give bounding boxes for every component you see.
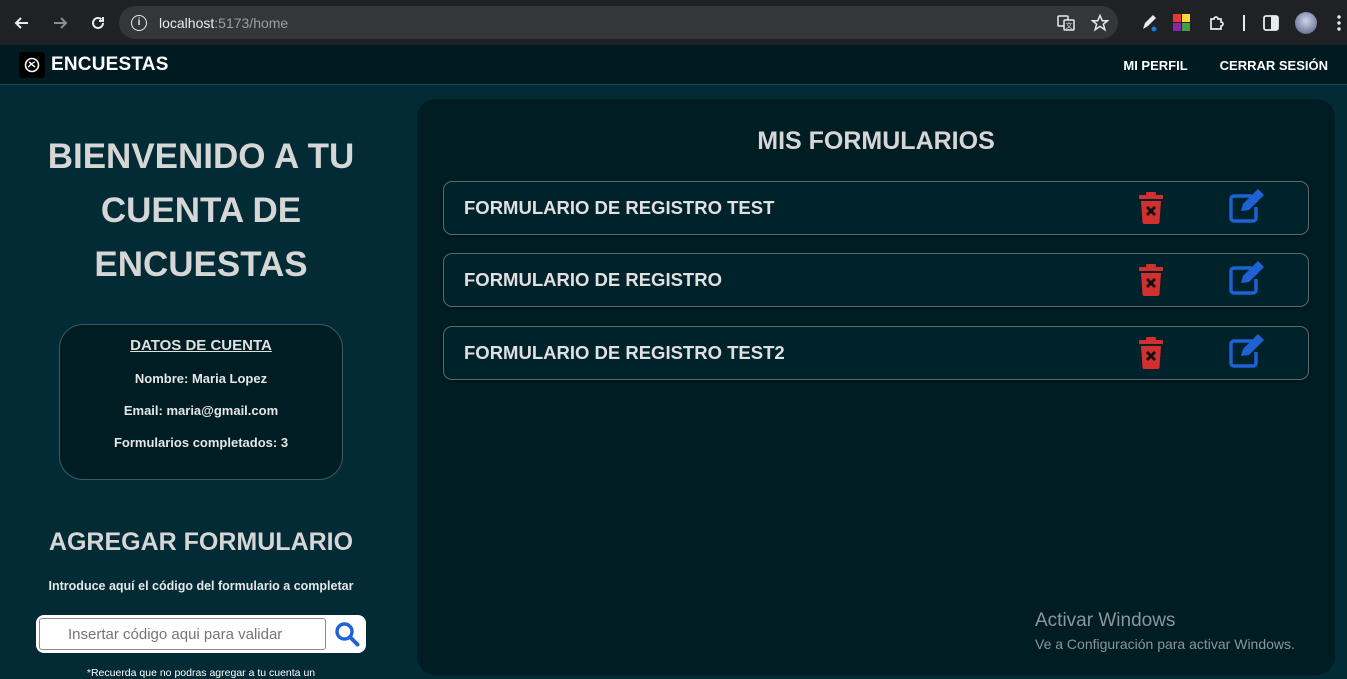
code-input[interactable] — [39, 618, 326, 650]
code-search-box — [36, 615, 366, 653]
search-icon[interactable] — [330, 617, 364, 651]
edit-icon[interactable] — [1228, 261, 1266, 295]
account-name: Nombre: Maria Lopez — [134, 371, 268, 386]
app-navbar: ENCUESTAS MI PERFIL CERRAR SESIÓN — [0, 45, 1347, 85]
logo-icon[interactable] — [19, 51, 45, 78]
palette-extension-icon[interactable] — [1170, 0, 1192, 45]
welcome-heading: BIENVENIDO A TU CUENTA DE ENCUESTAS — [20, 130, 382, 292]
add-form-title: AGREGAR FORMULARIO — [48, 528, 354, 556]
account-card: DATOS DE CUENTA Nombre: Maria Lopez Emai… — [59, 324, 343, 480]
address-bar[interactable]: i localhost:5173/home 文 — [119, 6, 1118, 39]
form-row[interactable]: FORMULARIO DE REGISTRO — [443, 253, 1309, 307]
edit-icon[interactable] — [1228, 334, 1266, 368]
watermark-title: Activar Windows — [1035, 610, 1176, 631]
welcome-line: CUENTA DE — [100, 191, 302, 230]
add-form-note: *Recuerda que no podras agregar a tu cue… — [86, 667, 316, 679]
form-row[interactable]: FORMULARIO DE REGISTRO TEST — [443, 181, 1309, 235]
welcome-line: BIENVENIDO A TU — [47, 137, 355, 176]
my-forms-title: MIS FORMULARIOS — [757, 127, 995, 155]
edit-icon[interactable] — [1228, 189, 1266, 223]
sidepanel-icon[interactable] — [1260, 0, 1282, 45]
account-completed-count: Formularios completados: 3 — [113, 435, 289, 450]
watermark-subtitle: Ve a Configuración para activar Windows. — [1035, 636, 1295, 652]
form-name: FORMULARIO DE REGISTRO TEST2 — [464, 342, 785, 363]
reload-icon[interactable] — [80, 5, 116, 41]
forward-icon[interactable] — [42, 5, 78, 41]
form-name: FORMULARIO DE REGISTRO — [464, 269, 722, 290]
trash-icon[interactable] — [1138, 192, 1164, 224]
pen-extension-icon[interactable] — [1136, 0, 1162, 45]
trash-icon[interactable] — [1138, 337, 1164, 369]
star-icon[interactable] — [1090, 13, 1110, 33]
my-forms-panel: MIS FORMULARIOS FORMULARIO DE REGISTRO T… — [417, 99, 1335, 675]
profile-avatar-icon[interactable] — [1294, 0, 1318, 45]
nav-logout[interactable]: CERRAR SESIÓN — [1220, 58, 1328, 73]
welcome-line: ENCUESTAS — [94, 245, 308, 284]
url-text[interactable]: localhost:5173/home — [159, 15, 288, 31]
info-icon[interactable]: i — [131, 14, 147, 31]
form-name: FORMULARIO DE REGISTRO TEST — [464, 197, 775, 218]
form-row[interactable]: FORMULARIO DE REGISTRO TEST2 — [443, 326, 1309, 380]
translate-icon[interactable]: 文 — [1056, 13, 1076, 33]
nav-my-profile[interactable]: MI PERFIL — [1123, 58, 1187, 73]
kebab-menu-icon[interactable] — [1332, 0, 1346, 45]
trash-icon[interactable] — [1138, 264, 1164, 296]
add-form-description: Introduce aquí el código del formulario … — [48, 579, 354, 593]
toolbar-divider — [1241, 0, 1247, 45]
windows-activation-watermark: Activar Windows Ve a Configuración para … — [1035, 610, 1295, 652]
account-title: DATOS DE CUENTA — [130, 337, 272, 354]
svg-text:文: 文 — [1066, 21, 1073, 30]
puzzle-extension-icon[interactable] — [1206, 0, 1228, 45]
brand-title[interactable]: ENCUESTAS — [51, 54, 169, 76]
account-email: Email: maria@gmail.com — [123, 403, 279, 418]
back-icon[interactable] — [4, 5, 40, 41]
